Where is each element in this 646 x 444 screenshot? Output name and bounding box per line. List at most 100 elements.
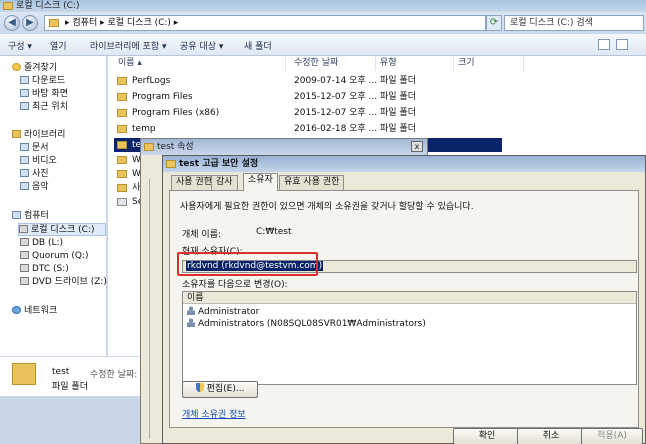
tab-effective-permissions[interactable]: 유효 사용 권한	[279, 175, 345, 190]
column-header-name[interactable]: 이름 ▴	[114, 56, 286, 71]
tab-auditing[interactable]: 감사	[211, 175, 238, 190]
sidebar-item-pictures[interactable]: 사진	[20, 168, 49, 181]
sidebar-item-db[interactable]: DB (L:)	[20, 237, 63, 250]
sidebar-item-label: 사진	[32, 169, 49, 179]
search-placeholder: 로컬 디스크 (C:) 검색	[510, 18, 593, 28]
sidebar-item-music[interactable]: 음악	[20, 181, 49, 194]
tab-owner[interactable]: 소유자	[243, 173, 278, 191]
refresh-icon[interactable]: ⟳	[486, 15, 502, 31]
new-folder-button[interactable]: 새 폴더	[244, 39, 272, 52]
navigation-pane: 즐겨찾기 다운로드 바탕 화면 최근 위치 라이브러리 문서 비디오 사진 음악…	[0, 56, 107, 356]
sidebar-item-libraries[interactable]: 라이브러리	[12, 129, 65, 142]
edit-button[interactable]: 편집(E)...	[182, 381, 258, 398]
folder-icon	[117, 184, 127, 192]
back-icon[interactable]: ◀	[4, 15, 20, 31]
file-type: 파일 폴더	[380, 76, 416, 86]
recent-places-icon	[20, 102, 29, 110]
advanced-security-dialog: test 고급 보안 설정 사용 권한 감사 소유자 유효 사용 권한 사용자에…	[162, 155, 646, 444]
sidebar-item-local-disk[interactable]: 로컬 디스크 (C:)	[18, 223, 106, 236]
file-row[interactable]: PerfLogs 2009-07-14 오후 ... 파일 폴더	[114, 74, 634, 88]
forward-icon[interactable]: ▶	[22, 15, 38, 31]
file-type: 파일 폴더	[380, 108, 416, 118]
apply-button[interactable]: 적용(A)	[581, 428, 643, 444]
file-name: Program Files	[132, 92, 193, 102]
column-label: 크기	[458, 58, 475, 68]
column-label: 유형	[380, 58, 397, 68]
sidebar-item-label: Quorum (Q:)	[32, 251, 89, 261]
desktop-background	[0, 396, 160, 444]
folder-icon	[166, 160, 176, 168]
video-icon	[20, 156, 29, 164]
file-row[interactable]: temp 2016-02-18 오후 ... 파일 폴더	[114, 122, 634, 136]
group-icon	[187, 318, 195, 327]
advanced-security-title-bar: test 고급 보안 설정	[163, 156, 645, 172]
sidebar-item-computer[interactable]: 컴퓨터	[12, 210, 49, 223]
address-path: ▸ 컴퓨터 ▸ 로컬 디스크 (C:) ▸	[65, 18, 179, 28]
list-header-name[interactable]: 이름	[183, 292, 636, 304]
close-icon[interactable]: x	[411, 141, 423, 152]
share-button[interactable]: 공유 대상 ▾	[180, 39, 223, 52]
sidebar-item-label: 네트워크	[24, 306, 58, 316]
sidebar-item-dvd[interactable]: DVD 드라이브 (Z:)	[20, 276, 107, 289]
column-label: 이름	[118, 58, 135, 68]
sidebar-item-quorum[interactable]: Quorum (Q:)	[20, 250, 88, 263]
organize-button[interactable]: 구성 ▾	[8, 39, 32, 52]
folder-icon	[117, 93, 127, 101]
object-name-label: 개체 이름:	[182, 230, 222, 240]
column-header-type[interactable]: 유형	[376, 56, 454, 71]
dvd-drive-icon	[20, 277, 29, 285]
file-modified: 2016-02-18 오후 ...	[294, 124, 378, 134]
details-pane: test 수정한 날짜: 파일 폴더	[0, 356, 160, 396]
sidebar-item-videos[interactable]: 비디오	[20, 155, 57, 168]
sidebar-item-label: DTC (S:)	[32, 264, 69, 274]
sidebar-item-label: 음악	[32, 182, 49, 192]
file-modified: 2015-12-07 오후 ...	[294, 92, 378, 102]
folder-icon	[117, 141, 127, 149]
sidebar-item-recent[interactable]: 최근 위치	[20, 101, 68, 114]
sidebar-item-desktop[interactable]: 바탕 화면	[20, 88, 68, 101]
sidebar-item-label: 최근 위치	[32, 102, 68, 112]
change-owner-label: 소유자를 다음으로 변경(O):	[182, 280, 288, 290]
list-item[interactable]: Administrator	[187, 306, 259, 318]
sidebar-item-favorites[interactable]: 즐겨찾기	[12, 62, 57, 75]
sidebar-item-downloads[interactable]: 다운로드	[20, 75, 65, 88]
documents-icon	[20, 143, 29, 151]
folder-icon	[12, 363, 36, 385]
file-row[interactable]: Program Files (x86) 2015-12-07 오후 ... 파일…	[114, 106, 634, 120]
folder-icon	[117, 125, 127, 133]
shield-icon	[195, 383, 204, 392]
owner-list[interactable]: 이름 Administrator Administrators (N08SQL0…	[182, 291, 637, 385]
folder-icon	[117, 77, 127, 85]
sidebar-item-label: 바탕 화면	[32, 89, 68, 99]
sidebar-item-documents[interactable]: 문서	[20, 142, 49, 155]
desktop-icon	[20, 89, 29, 97]
file-icon	[117, 198, 127, 206]
column-header-size[interactable]: 크기	[454, 56, 524, 71]
file-row[interactable]: Program Files 2015-12-07 오후 ... 파일 폴더	[114, 90, 634, 104]
ok-button[interactable]: 확인	[453, 428, 521, 444]
search-input[interactable]: 로컬 디스크 (C:) 검색	[504, 15, 644, 31]
include-library-button[interactable]: 라이브러리에 포함 ▾	[90, 39, 166, 52]
owner-name: Administrator	[198, 307, 260, 317]
owner-panel: 사용자에게 필요한 권한이 있으면 개체의 소유권을 갖거나 할당할 수 있습니…	[169, 190, 639, 428]
cancel-button[interactable]: 취소	[517, 428, 585, 444]
sidebar-item-network[interactable]: 네트워크	[12, 305, 57, 318]
window-title: 로컬 디스크 (C:)	[16, 1, 80, 11]
ownership-info-link[interactable]: 개체 소유권 정보	[182, 407, 246, 420]
details-name: test	[52, 367, 70, 377]
preview-pane-icon[interactable]	[616, 39, 628, 50]
column-header-modified[interactable]: 수정한 날짜	[290, 56, 376, 71]
sidebar-item-label: 컴퓨터	[24, 211, 49, 221]
folder-icon	[117, 156, 127, 164]
folder-icon	[49, 19, 59, 27]
address-bar[interactable]: ▸ 컴퓨터 ▸ 로컬 디스크 (C:) ▸	[44, 15, 486, 31]
user-icon	[187, 306, 195, 315]
folder-icon	[3, 2, 13, 10]
sidebar-item-dtc[interactable]: DTC (S:)	[20, 263, 69, 276]
sidebar-item-label: 라이브러리	[24, 130, 66, 140]
list-item[interactable]: Administrators (N08SQL08SVR01₩Administra…	[187, 318, 426, 330]
file-name: temp	[132, 124, 156, 134]
view-icon[interactable]	[598, 39, 610, 50]
open-button[interactable]: 열기	[50, 39, 67, 52]
drive-icon	[19, 225, 28, 233]
